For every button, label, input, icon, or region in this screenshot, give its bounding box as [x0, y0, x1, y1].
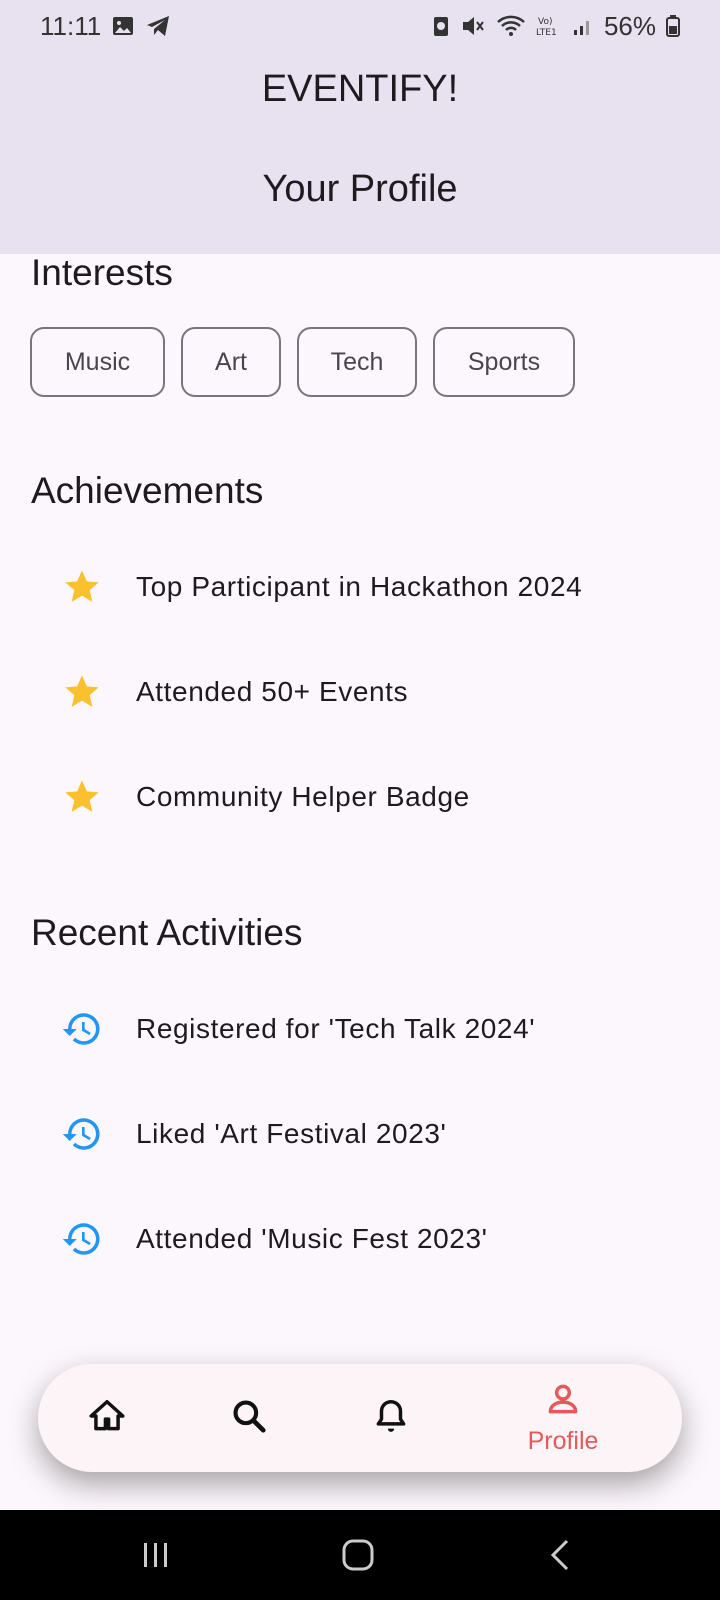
volte-icon: Vo) LTE1	[536, 14, 562, 38]
recent-activities-title: Recent Activities	[31, 912, 303, 953]
nav-search[interactable]	[214, 1364, 284, 1472]
chip-sports[interactable]: Sports	[433, 327, 575, 397]
history-icon	[60, 1112, 104, 1156]
activity-text: Registered for 'Tech Talk 2024'	[136, 1013, 536, 1044]
wifi-icon	[496, 14, 526, 38]
achievements-title: Achievements	[31, 470, 264, 511]
interests-title: Interests	[31, 252, 173, 293]
achievement-text: Community Helper Badge	[136, 781, 470, 812]
history-icon	[60, 1217, 104, 1261]
telegram-icon	[145, 14, 171, 38]
star-icon	[60, 565, 104, 609]
svg-text:LTE1: LTE1	[536, 28, 557, 38]
achievement-text: Attended 50+ Events	[136, 676, 409, 707]
achievement-item[interactable]: Community Helper Badge	[0, 767, 720, 827]
status-bar: 11:11 Vo) LTE1 56%	[0, 0, 720, 52]
chip-tech[interactable]: Tech	[297, 327, 417, 397]
signal-icon	[572, 14, 594, 38]
app-title: EVENTIFY!	[261, 68, 459, 110]
activity-text: Attended 'Music Fest 2023'	[136, 1223, 488, 1254]
chip-music[interactable]: Music	[30, 327, 165, 397]
gallery-icon	[111, 14, 135, 38]
activity-item[interactable]: Registered for 'Tech Talk 2024'	[0, 999, 720, 1059]
battery-saver-icon	[432, 14, 450, 38]
achievement-text: Top Participant in Hackathon 2024	[136, 571, 583, 602]
page-title: Your Profile	[262, 168, 458, 210]
star-icon	[60, 670, 104, 714]
achievement-item[interactable]: Top Participant in Hackathon 2024	[0, 557, 720, 617]
mute-icon	[460, 14, 486, 38]
battery-percent: 56%	[603, 10, 656, 41]
system-nav-bar	[0, 1510, 720, 1600]
status-time: 11:11	[40, 10, 102, 41]
svg-text:Vo): Vo)	[538, 17, 552, 27]
home-button[interactable]	[340, 1534, 376, 1576]
achievement-item[interactable]: Attended 50+ Events	[0, 662, 720, 722]
chip-art[interactable]: Art	[181, 327, 281, 397]
history-icon	[60, 1007, 104, 1051]
person-icon	[544, 1380, 582, 1423]
star-icon	[60, 775, 104, 819]
battery-icon	[666, 14, 680, 38]
activity-item[interactable]: Attended 'Music Fest 2023'	[0, 1209, 720, 1269]
app-bar: 11:11 Vo) LTE1 56% EVENTIFY! Your Profil…	[0, 0, 720, 254]
nav-profile[interactable]: Profile	[508, 1364, 618, 1472]
back-button[interactable]	[546, 1534, 574, 1576]
nav-notifications[interactable]	[356, 1364, 426, 1472]
search-icon	[230, 1397, 268, 1440]
home-icon	[88, 1397, 126, 1440]
recents-button[interactable]	[138, 1534, 174, 1576]
bottom-nav-bar: Profile	[38, 1364, 682, 1472]
nav-home[interactable]	[72, 1364, 142, 1472]
interest-chips: Music Art Tech Sports	[30, 327, 575, 397]
bell-icon	[372, 1397, 410, 1440]
activity-text: Liked 'Art Festival 2023'	[136, 1118, 447, 1149]
activity-item[interactable]: Liked 'Art Festival 2023'	[0, 1104, 720, 1164]
nav-profile-label: Profile	[527, 1427, 599, 1455]
